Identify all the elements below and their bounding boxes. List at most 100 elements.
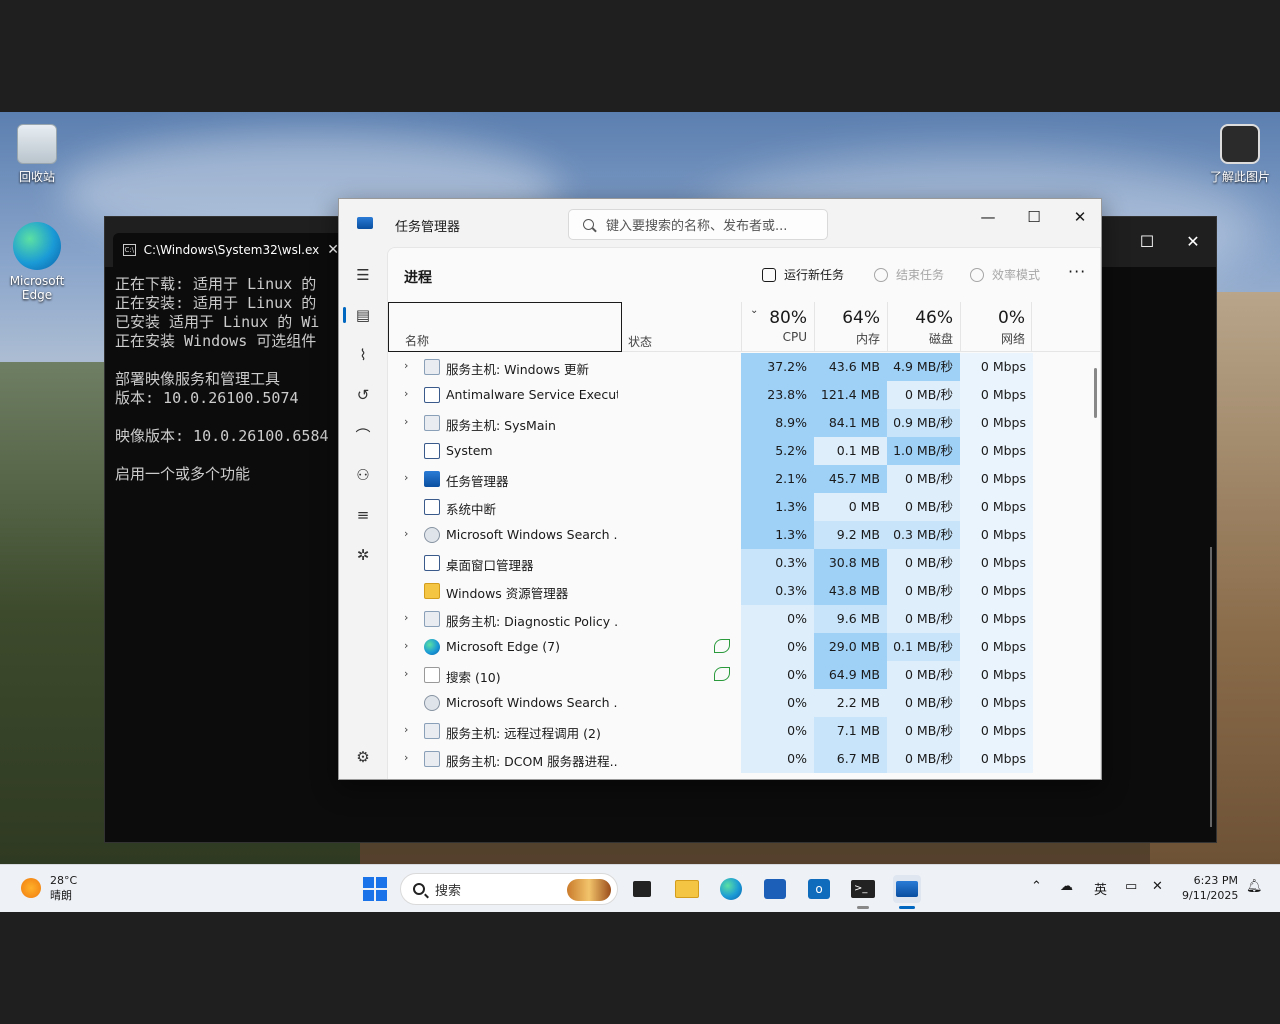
memory-cell: 0 MB bbox=[814, 493, 887, 521]
column-status[interactable]: 状态 bbox=[628, 333, 652, 350]
expand-chevron-icon[interactable]: › bbox=[404, 611, 408, 624]
process-row[interactable]: › 服务主机: Windows 更新 37.2% 43.6 MB 4.9 MB/秒 0 M… bbox=[388, 353, 1100, 381]
store-button[interactable] bbox=[761, 875, 789, 903]
recycle-bin-desktop-icon[interactable]: 回收站 bbox=[0, 124, 74, 185]
column-memory[interactable]: 64% 内存 bbox=[814, 302, 886, 352]
expand-chevron-icon[interactable]: › bbox=[404, 723, 408, 736]
startup-apps-tab-icon[interactable]: ⌒ bbox=[347, 419, 379, 451]
clock[interactable]: 6:23 PM 9/11/2025 bbox=[1182, 873, 1238, 903]
task-manager-taskbar-button[interactable] bbox=[893, 875, 921, 909]
taskbar-search-label: 搜索 bbox=[435, 883, 462, 899]
search-input[interactable]: 键入要搜索的名称、发布者或... bbox=[568, 209, 828, 240]
expand-chevron-icon[interactable]: › bbox=[404, 639, 408, 652]
clock-time: 6:23 PM bbox=[1193, 874, 1238, 887]
input-method-indicator[interactable]: 英 bbox=[1094, 879, 1107, 898]
close-button[interactable]: ✕ bbox=[1057, 203, 1101, 231]
process-row[interactable]: › 搜索 (10) 0% 64.9 MB 0 MB/秒 0 Mbps bbox=[388, 661, 1100, 689]
process-row[interactable]: 系统中断 1.3% 0 MB 0 MB/秒 0 Mbps bbox=[388, 493, 1100, 521]
process-row[interactable]: System 5.2% 0.1 MB 1.0 MB/秒 0 Mbps bbox=[388, 437, 1100, 465]
network-cell: 0 Mbps bbox=[960, 353, 1033, 381]
process-row[interactable]: › 服务主机: DCOM 服务器进程... 0% 6.7 MB 0 MB/秒 0 Mbps bbox=[388, 745, 1100, 773]
app-history-tab-icon[interactable]: ↺ bbox=[347, 379, 379, 411]
efficiency-mode-button[interactable]: 效率模式 bbox=[970, 266, 1040, 283]
performance-tab-icon[interactable]: ⌇ bbox=[347, 339, 379, 371]
maximize-button[interactable]: ☐ bbox=[1011, 203, 1057, 231]
memory-cell: 9.2 MB bbox=[814, 521, 887, 549]
maximize-button[interactable]: ☐ bbox=[1125, 229, 1169, 255]
clock-date: 9/11/2025 bbox=[1182, 889, 1239, 902]
cpu-cell: 37.2% bbox=[741, 353, 814, 381]
process-row[interactable]: › Microsoft Edge (7) 0% 29.0 MB 0.1 MB/秒 0 Mb… bbox=[388, 633, 1100, 661]
process-row[interactable]: › Microsoft Windows Search ... 1.3% 9.2 MB 0… bbox=[388, 521, 1100, 549]
users-tab-icon[interactable]: ⚇ bbox=[347, 459, 379, 491]
task-manager-titlebar[interactable]: 任务管理器 键入要搜索的名称、发布者或... — ☐ ✕ bbox=[339, 199, 1101, 247]
expand-chevron-icon[interactable]: › bbox=[404, 387, 408, 400]
process-row[interactable]: › 服务主机: 远程过程调用 (2) 0% 7.1 MB 0 MB/秒 0 Mbps bbox=[388, 717, 1100, 745]
efficiency-leaf-icon bbox=[714, 639, 730, 653]
memory-cell: 121.4 MB bbox=[814, 381, 887, 409]
services-tab-icon[interactable]: ✲ bbox=[347, 539, 379, 571]
gear-icon bbox=[424, 751, 440, 767]
outlook-button[interactable]: o bbox=[805, 875, 833, 903]
column-disk[interactable]: 46% 磁盘 bbox=[887, 302, 959, 352]
process-list-scrollbar[interactable] bbox=[1094, 368, 1097, 418]
sun-icon[interactable] bbox=[21, 878, 41, 898]
column-network[interactable]: 0% 网络 bbox=[960, 302, 1032, 352]
process-name: 服务主机: DCOM 服务器进程... bbox=[446, 754, 618, 769]
process-row[interactable]: Microsoft Windows Search ... 0% 2.2 MB 0 MB… bbox=[388, 689, 1100, 717]
process-row[interactable]: › 服务主机: Diagnostic Policy ... 0% 9.6 MB 0 MB… bbox=[388, 605, 1100, 633]
onedrive-icon[interactable]: ☁ bbox=[1060, 879, 1073, 894]
more-options-button[interactable]: ··· bbox=[1068, 262, 1086, 281]
process-name: 服务主机: SysMain bbox=[446, 418, 556, 433]
volume-muted-icon[interactable]: ✕ bbox=[1152, 879, 1163, 894]
terminal-taskbar-button[interactable]: >_ bbox=[849, 875, 877, 909]
process-row[interactable]: › 任务管理器 2.1% 45.7 MB 0 MB/秒 0 Mbps bbox=[388, 465, 1100, 493]
close-button[interactable]: ✕ bbox=[1171, 229, 1215, 255]
settings-gear-icon[interactable]: ⚙ bbox=[347, 741, 379, 773]
edge-taskbar-button[interactable] bbox=[717, 875, 745, 903]
user-icon bbox=[424, 695, 440, 711]
terminal-tab[interactable]: C:\ C:\Windows\System32\wsl.ex ✕ bbox=[113, 233, 349, 267]
learn-picture-desktop-icon[interactable]: 了解此图片 bbox=[1200, 124, 1280, 185]
disk-cell: 0 MB/秒 bbox=[887, 745, 960, 773]
memory-cell: 84.1 MB bbox=[814, 409, 887, 437]
task-manager-window[interactable]: 任务管理器 键入要搜索的名称、发布者或... — ☐ ✕ ☰ ▤ ⌇ ↺ ⌒ ⚇… bbox=[338, 198, 1102, 780]
task-view-button[interactable] bbox=[628, 875, 656, 903]
terminal-scrollbar[interactable] bbox=[1210, 547, 1212, 827]
letterbox-bottom bbox=[0, 912, 1280, 1024]
show-hidden-icons-chevron-icon[interactable]: ⌃ bbox=[1031, 879, 1042, 894]
details-tab-icon[interactable]: ≡ bbox=[347, 499, 379, 531]
cpu-cell: 0% bbox=[741, 745, 814, 773]
process-row[interactable]: 桌面窗口管理器 0.3% 30.8 MB 0 MB/秒 0 Mbps bbox=[388, 549, 1100, 577]
cpu-cell: 0% bbox=[741, 633, 814, 661]
processes-tab-icon[interactable]: ▤ bbox=[343, 299, 379, 331]
edge-desktop-icon[interactable]: Microsoft Edge bbox=[0, 222, 74, 302]
task-manager-icon bbox=[896, 881, 918, 897]
minimize-button[interactable]: — bbox=[965, 203, 1011, 231]
file-explorer-button[interactable] bbox=[673, 875, 701, 903]
notification-bell-icon[interactable]: 🔔︎ bbox=[1246, 879, 1263, 894]
expand-chevron-icon[interactable]: › bbox=[404, 359, 408, 372]
process-row[interactable]: › 服务主机: SysMain 8.9% 84.1 MB 0.9 MB/秒 0 Mbps bbox=[388, 409, 1100, 437]
hamburger-menu-icon[interactable]: ☰ bbox=[347, 259, 379, 291]
column-name[interactable]: 名称 bbox=[388, 302, 622, 352]
column-cpu[interactable]: 80% CPU bbox=[741, 302, 813, 352]
process-name: 服务主机: Diagnostic Policy ... bbox=[446, 614, 618, 629]
expand-chevron-icon[interactable]: › bbox=[404, 527, 408, 540]
run-new-task-button[interactable]: 运行新任务 bbox=[762, 266, 844, 283]
process-row[interactable]: Windows 资源管理器 0.3% 43.8 MB 0 MB/秒 0 Mbps bbox=[388, 577, 1100, 605]
expand-chevron-icon[interactable]: › bbox=[404, 415, 408, 428]
search-placeholder: 键入要搜索的名称、发布者或... bbox=[606, 219, 788, 234]
start-button[interactable] bbox=[361, 875, 389, 903]
weather-widget[interactable]: 28°C 晴朗 bbox=[50, 873, 77, 903]
process-list: › 服务主机: Windows 更新 37.2% 43.6 MB 4.9 MB/秒 0 M… bbox=[388, 353, 1100, 773]
expand-chevron-icon[interactable]: › bbox=[404, 667, 408, 680]
expand-chevron-icon[interactable]: › bbox=[404, 751, 408, 764]
process-row[interactable]: › Antimalware Service Execut... 23.8% 121.4… bbox=[388, 381, 1100, 409]
memory-cell: 2.2 MB bbox=[814, 689, 887, 717]
taskbar-search[interactable]: 搜索 bbox=[400, 873, 618, 905]
expand-chevron-icon[interactable]: › bbox=[404, 471, 408, 484]
process-name: 服务主机: 远程过程调用 (2) bbox=[446, 726, 601, 741]
network-icon[interactable]: ▭ bbox=[1125, 879, 1137, 894]
end-task-button[interactable]: 结束任务 bbox=[874, 266, 944, 283]
